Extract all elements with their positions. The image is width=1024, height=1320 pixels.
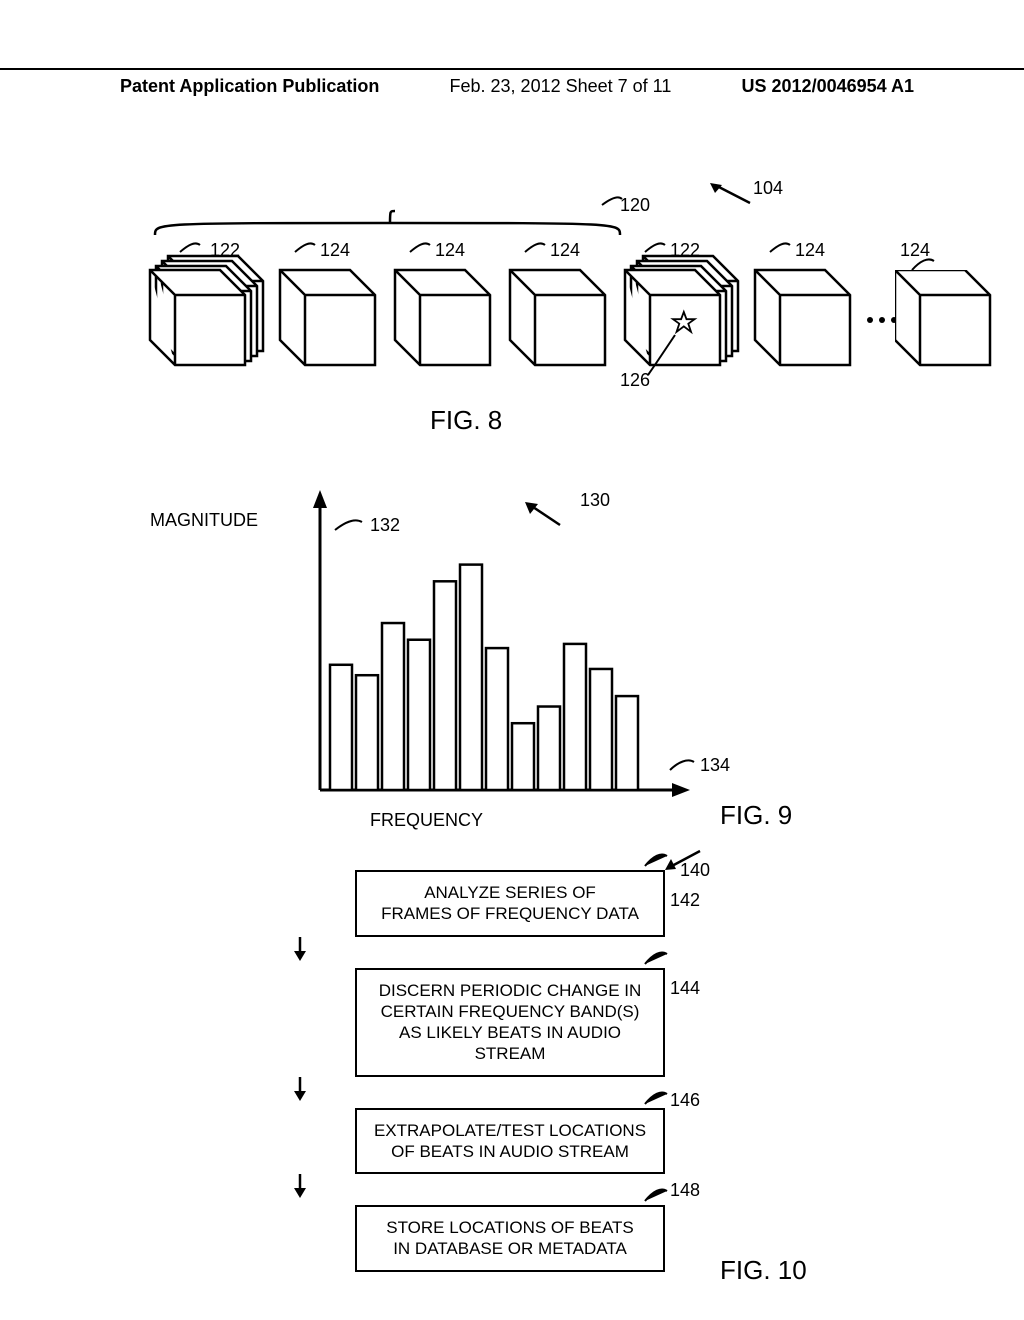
- ref-148: 148: [670, 1180, 700, 1201]
- ref-142-hook: [643, 848, 673, 875]
- fig9-caption: FIG. 9: [720, 800, 792, 831]
- page-header: Patent Application Publication Feb. 23, …: [0, 68, 1024, 97]
- flow-step-146: EXTRAPOLATE/TEST LOCATIONSOF BEATS IN AU…: [355, 1108, 665, 1175]
- ref-146-hook: [643, 1086, 673, 1113]
- figure-9: [200, 470, 820, 830]
- frame-last: [895, 270, 995, 375]
- ref-124a: 124: [320, 240, 350, 261]
- ref-134: 134: [700, 755, 730, 776]
- flow-step-148: STORE LOCATIONS OF BEATSIN DATABASE OR M…: [355, 1205, 665, 1272]
- header-right: US 2012/0046954 A1: [742, 76, 914, 97]
- ref-148-hook: [643, 1183, 673, 1210]
- ref-124b: 124: [435, 240, 465, 261]
- flow-step-144-text: DISCERN PERIODIC CHANGE INCERTAIN FREQUE…: [379, 981, 642, 1064]
- ref-140: 140: [680, 860, 710, 881]
- header-mid: Feb. 23, 2012 Sheet 7 of 11: [450, 76, 672, 97]
- ref-144-hook: [643, 946, 673, 973]
- ref-122a: 122: [210, 240, 240, 261]
- fig8-caption: FIG. 8: [430, 405, 502, 436]
- figure-10: ANALYZE SERIES OFFRAMES OF FREQUENCY DAT…: [290, 870, 730, 1300]
- ref-146: 146: [670, 1090, 700, 1111]
- flow-step-148-text: STORE LOCATIONS OF BEATSIN DATABASE OR M…: [386, 1218, 634, 1258]
- ref-126: 126: [620, 370, 650, 391]
- ref-132: 132: [370, 515, 400, 536]
- fig9-ylabel: MAGNITUDE: [150, 510, 258, 531]
- flow-step-144: DISCERN PERIODIC CHANGE INCERTAIN FREQUE…: [355, 968, 665, 1077]
- ref-124e-hook: [910, 255, 940, 280]
- ref-124c: 124: [550, 240, 580, 261]
- flow-step-142-text: ANALYZE SERIES OFFRAMES OF FREQUENCY DAT…: [381, 883, 639, 923]
- ref-122b: 122: [670, 240, 700, 261]
- ref-120: 120: [620, 195, 650, 216]
- fig9-xlabel: FREQUENCY: [370, 810, 483, 831]
- ref-130: 130: [580, 490, 610, 511]
- flow-step-146-text: EXTRAPOLATE/TEST LOCATIONSOF BEATS IN AU…: [374, 1121, 646, 1161]
- ref-104: 104: [753, 178, 783, 199]
- fig10-caption: FIG. 10: [720, 1255, 807, 1286]
- ref-124d: 124: [795, 240, 825, 261]
- ref-142: 142: [670, 890, 700, 911]
- ref-144: 144: [670, 978, 700, 999]
- header-left: Patent Application Publication: [120, 76, 379, 97]
- flow-step-142: ANALYZE SERIES OFFRAMES OF FREQUENCY DAT…: [355, 870, 665, 937]
- figure-8: [140, 175, 920, 435]
